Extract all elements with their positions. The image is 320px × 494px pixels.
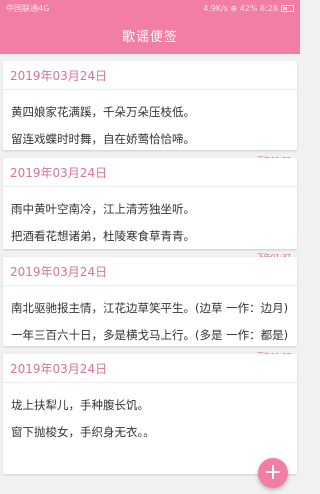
- note-line: 把酒看花想诸弟，杜陵寒食草青青。: [11, 229, 195, 243]
- note-body: 垅上扶犁儿，手种腹长饥。 窗下抛梭女，手织身无衣。。: [3, 383, 297, 446]
- plus-icon: +: [263, 460, 283, 485]
- note-body: 黄四娘家花满蹊，千朵万朵压枝低。 留连戏蝶时时舞，自在娇莺恰恰啼。: [3, 90, 297, 153]
- note-card[interactable]: 2019年03月24日 黄四娘家花满蹊，千朵万朵压枝低。 留连戏蝶时时舞，自在娇…: [3, 61, 297, 164]
- note-date: 2019年03月24日: [3, 158, 297, 187]
- note-date: 2019年03月24日: [3, 354, 297, 383]
- note-line: 黄四娘家花满蹊，千朵万朵压枝低。: [11, 105, 195, 119]
- note-body: 南北驱驰报主情，江花边草笑平生。(边草 一作：边月) 一年三百六十日，多是横戈马…: [3, 286, 297, 349]
- notes-list: 2019年03月24日 黄四娘家花满蹊，千朵万朵压枝低。 留连戏蝶时时舞，自在娇…: [0, 54, 300, 474]
- carrier-label: 中国联通4G: [6, 3, 50, 13]
- note-line: 一年三百六十日，多是横戈马上行。(多是 一作：都是): [11, 328, 289, 342]
- note-line: 窗下抛梭女，手织身无衣。。: [11, 425, 155, 439]
- note-line: 南北驱驰报主情，江花边草笑平生。(边草 一作：边月): [11, 301, 289, 315]
- note-card[interactable]: 2019年03月24日 南北驱驰报主情，江花边草笑平生。(边草 一作：边月) 一…: [3, 257, 297, 360]
- note-card[interactable]: 2019年03月24日 垅上扶犁儿，手种腹长饥。 窗下抛梭女，手织身无衣。。: [3, 354, 297, 474]
- note-line: 雨中黄叶空南冷，江上清芳独坐听。: [11, 202, 195, 216]
- note-date: 2019年03月24日: [3, 257, 297, 286]
- note-line: 垅上扶犁儿，手种腹长饥。: [11, 398, 149, 412]
- app-bar: 歌谣便签: [0, 16, 300, 54]
- battery-icon: [281, 4, 294, 12]
- note-line: 留连戏蝶时时舞，自在娇莺恰恰啼。: [11, 132, 195, 146]
- note-card[interactable]: 2019年03月24日 雨中黄叶空南冷，江上清芳独坐听。 把酒看花想诸弟，杜陵寒…: [3, 158, 297, 261]
- status-indicators: 4.9K/s ⊕ 42% 8:28: [203, 3, 278, 13]
- add-note-button[interactable]: +: [258, 458, 288, 488]
- app-title: 歌谣便签: [121, 29, 178, 45]
- status-bar: 中国联通4G 4.9K/s ⊕ 42% 8:28: [0, 0, 300, 16]
- note-date: 2019年03月24日: [3, 61, 297, 90]
- status-right: 4.9K/s ⊕ 42% 8:28: [203, 4, 294, 13]
- note-body: 雨中黄叶空南冷，江上清芳独坐听。 把酒看花想诸弟，杜陵寒食草青青。: [3, 187, 297, 250]
